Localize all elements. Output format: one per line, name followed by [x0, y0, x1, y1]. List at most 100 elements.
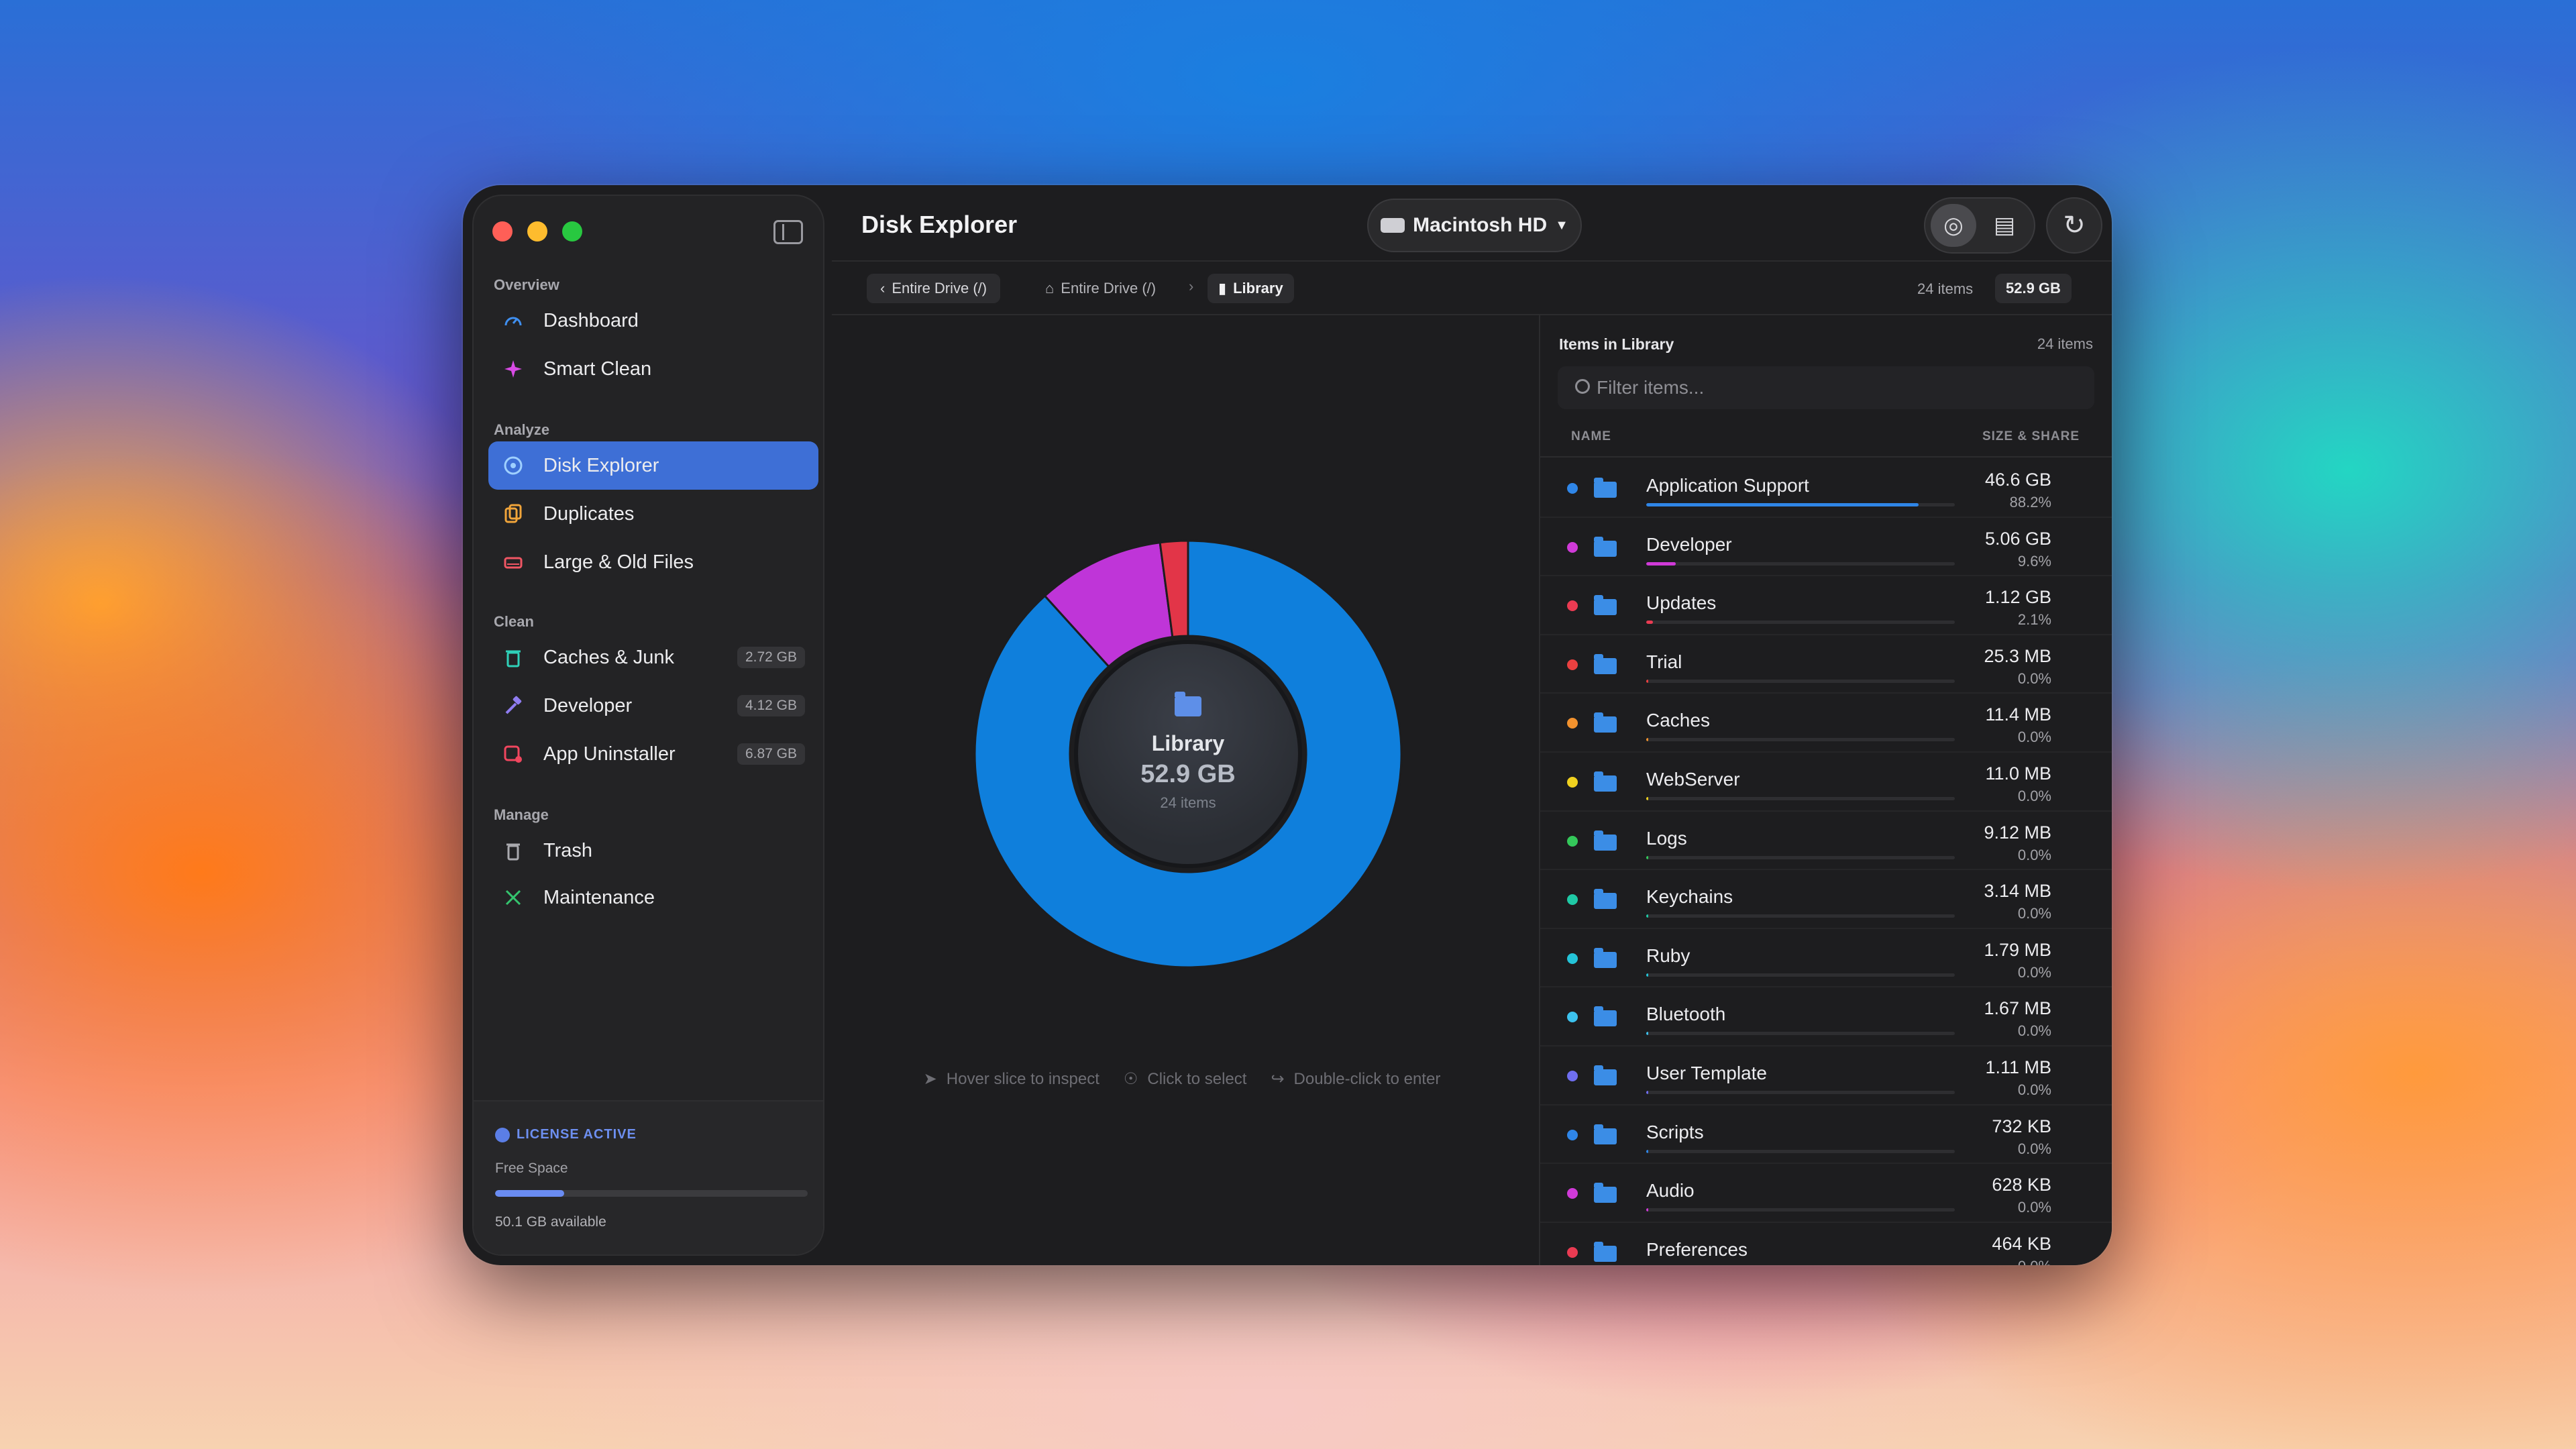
list-item[interactable]: Logs 9.12 MB 0.0%	[1540, 812, 2112, 871]
search-icon	[1575, 379, 1590, 394]
list-item[interactable]: Ruby 1.79 MB 0.0%	[1540, 929, 2112, 988]
free-space-label: Free Space	[495, 1161, 568, 1176]
color-dot	[1567, 776, 1578, 788]
back-button[interactable]: ‹ Entire Drive (/)	[867, 274, 1001, 303]
sidebar-item-dashboard[interactable]: Dashboard	[488, 297, 818, 345]
sidebar-item-caches-junk[interactable]: Caches & Junk 2.72 GB	[488, 633, 818, 682]
folder-icon: ▮	[1218, 280, 1227, 297]
breadcrumb-entire-drive[interactable]: ⌂ Entire Drive (/)	[1045, 274, 1156, 303]
folder-icon	[1594, 1006, 1617, 1027]
folder-icon	[1594, 1124, 1617, 1144]
folder-icon	[1594, 712, 1617, 733]
item-size: 11.0 MB	[1985, 763, 2051, 784]
folder-icon	[1594, 1183, 1617, 1203]
refresh-button[interactable]: ↻	[2046, 197, 2102, 254]
list-item[interactable]: Trial 25.3 MB 0.0%	[1540, 635, 2112, 694]
zoom-button[interactable]	[562, 221, 582, 241]
tools-icon	[502, 886, 525, 909]
list-item[interactable]: Scripts 732 KB 0.0%	[1540, 1106, 2112, 1165]
list-divider	[1540, 456, 2112, 458]
license-status: LICENSE ACTIVE	[495, 1127, 637, 1142]
list-view-button[interactable]: ▤	[1982, 204, 2027, 247]
sidebar-item-label: Disk Explorer	[543, 454, 659, 476]
sidebar-item-large-old-files[interactable]: Large & Old Files	[488, 538, 818, 586]
duplicate-icon	[502, 502, 525, 525]
list-item[interactable]: Updates 1.12 GB 2.1%	[1540, 576, 2112, 635]
share-bar-fill	[1646, 679, 1648, 683]
close-button[interactable]	[492, 221, 513, 241]
home-icon: ⌂	[1045, 280, 1055, 297]
drive-picker[interactable]: Macintosh HD ▼	[1367, 199, 1582, 252]
item-name: Audio	[1646, 1180, 1695, 1201]
chart-center[interactable]: Library 52.9 GB 24 items	[1074, 640, 1302, 868]
item-name: Developer	[1646, 533, 1732, 555]
share-bar	[1646, 914, 1955, 918]
list-item[interactable]: Keychains 3.14 MB 0.0%	[1540, 870, 2112, 929]
list-item[interactable]: WebServer 11.0 MB 0.0%	[1540, 753, 2112, 812]
sidebar-item-label: Caches & Junk	[543, 646, 675, 668]
share-bar-fill	[1646, 503, 1919, 506]
sidebar-item-label: Dashboard	[543, 309, 639, 331]
share-bar-fill	[1646, 1149, 1648, 1153]
share-bar-fill	[1646, 1090, 1648, 1094]
section-title-analyze: Analyze	[494, 421, 550, 438]
free-space-available: 50.1 GB available	[495, 1214, 606, 1230]
minimize-button[interactable]	[527, 221, 547, 241]
page-title: Disk Explorer	[861, 211, 1018, 238]
item-share: 0.0%	[2017, 1022, 2051, 1040]
color-dot	[1567, 894, 1578, 906]
trash-can-icon	[502, 646, 525, 669]
list-item[interactable]: Bluetooth 1.67 MB 0.0%	[1540, 987, 2112, 1046]
filter-placeholder: Filter items...	[1597, 377, 1705, 398]
sidebar-item-label: Maintenance	[543, 886, 655, 908]
sidebar-item-app-uninstaller[interactable]: App Uninstaller 6.87 GB	[488, 730, 818, 778]
gauge-icon	[502, 309, 525, 332]
sidebar-item-disk-explorer[interactable]: Disk Explorer	[488, 441, 818, 490]
color-dot	[1567, 718, 1578, 729]
list-item[interactable]: Developer 5.06 GB 9.6%	[1540, 518, 2112, 577]
list-item[interactable]: Application Support 46.6 GB 88.2%	[1540, 459, 2112, 518]
list-item[interactable]: User Template 1.11 MB 0.0%	[1540, 1046, 2112, 1106]
folder-icon	[1594, 771, 1617, 792]
item-share: 0.0%	[2017, 846, 2051, 863]
item-size: 46.6 GB	[1984, 470, 2051, 490]
item-share: 0.0%	[2017, 787, 2051, 804]
color-dot	[1567, 483, 1578, 494]
share-bar	[1646, 621, 1955, 625]
list-item[interactable]: Audio 628 KB 0.0%	[1540, 1164, 2112, 1223]
sidebar-item-developer[interactable]: Developer 4.12 GB	[488, 682, 818, 730]
item-name: Ruby	[1646, 945, 1690, 966]
sidebar-item-trash[interactable]: Trash	[488, 826, 818, 875]
header-divider	[832, 260, 2112, 262]
item-size: 464 KB	[1992, 1233, 2051, 1254]
color-dot	[1567, 835, 1578, 847]
list-item[interactable]: Preferences 464 KB 0.0%	[1540, 1223, 2112, 1265]
chart-view-button[interactable]: ◎	[1931, 204, 1976, 247]
share-bar	[1646, 503, 1955, 506]
breadcrumb-library[interactable]: ▮ Library	[1208, 274, 1294, 303]
share-bar	[1646, 561, 1955, 566]
color-dot	[1567, 1129, 1578, 1140]
trash-icon	[502, 839, 525, 862]
filter-input[interactable]: Filter items...	[1558, 366, 2094, 409]
sidebar-toggle-icon[interactable]	[773, 220, 803, 244]
list-item[interactable]: Caches 11.4 MB 0.0%	[1540, 694, 2112, 753]
disk-icon	[502, 454, 525, 477]
item-name: Scripts	[1646, 1121, 1704, 1142]
share-bar-fill	[1646, 796, 1648, 800]
item-share: 9.6%	[2017, 552, 2051, 570]
sidebar-item-duplicates[interactable]: Duplicates	[488, 490, 818, 538]
share-bar	[1646, 1032, 1955, 1036]
view-mode-toggle: ◎ ▤	[1924, 197, 2035, 254]
item-size: 628 KB	[1992, 1175, 2051, 1195]
color-dot	[1567, 953, 1578, 964]
item-share: 2.1%	[2017, 611, 2051, 629]
column-header-name[interactable]: NAME	[1571, 429, 1611, 444]
sidebar-item-smart-clean[interactable]: Smart Clean	[488, 345, 818, 393]
size-badge: 4.12 GB	[737, 695, 805, 716]
sidebar-item-label: Developer	[543, 694, 633, 716]
color-dot	[1567, 541, 1578, 553]
sidebar-item-maintenance[interactable]: Maintenance	[488, 873, 818, 922]
column-header-size[interactable]: SIZE & SHARE	[1982, 429, 2080, 444]
target-icon: ◎	[1943, 213, 1964, 238]
